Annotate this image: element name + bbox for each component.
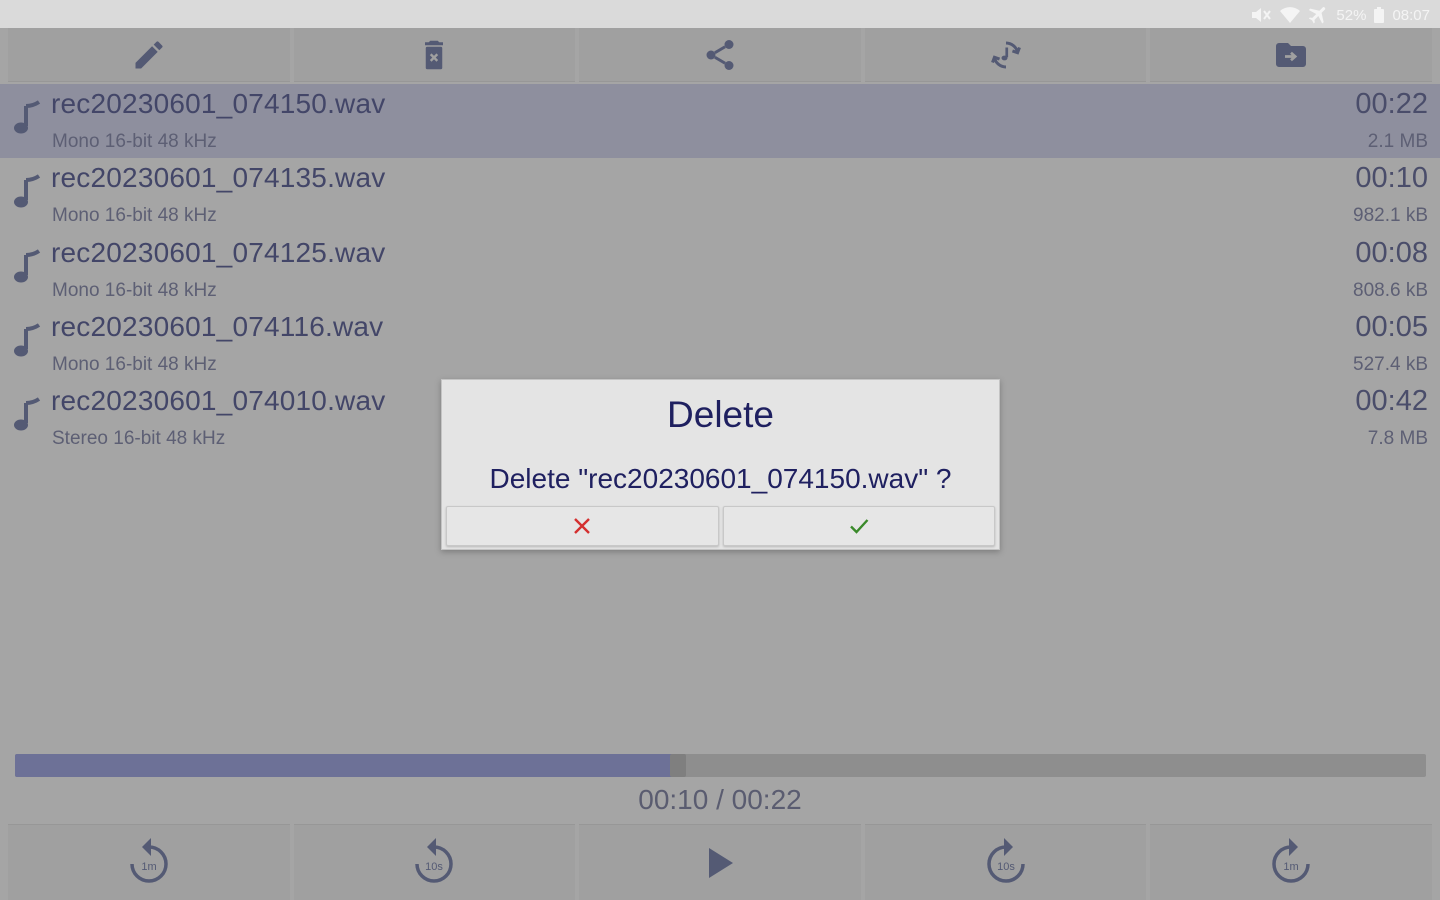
dialog-buttons xyxy=(446,506,995,546)
recording-size: 2.1 MB xyxy=(1367,131,1428,152)
rewind-10s-button[interactable]: 10s xyxy=(293,824,576,900)
recording-duration: 00:42 xyxy=(1355,385,1428,418)
music-note-icon xyxy=(14,397,41,431)
playback-controls: 1m 10s 10s 1m xyxy=(8,824,1432,900)
confirm-button[interactable] xyxy=(722,506,995,546)
recording-format: Mono 16-bit 48 kHz xyxy=(52,279,217,301)
pencil-icon xyxy=(135,40,163,68)
status-bar: 52% 08:07 xyxy=(0,0,1440,28)
rewind-1m-icon: 1m xyxy=(130,837,168,883)
rewind-1m-label: 1m xyxy=(141,861,156,873)
forward-10s-label: 10s xyxy=(997,861,1015,873)
recording-duration: 00:08 xyxy=(1355,236,1428,269)
music-note-icon xyxy=(14,323,41,357)
forward-10s-button[interactable]: 10s xyxy=(864,824,1147,900)
recording-name: rec20230601_074125.wav xyxy=(51,236,386,268)
trash-icon xyxy=(425,40,444,69)
recording-row[interactable]: rec20230601_074135.wav Mono 16-bit 48 kHz… xyxy=(0,158,1440,232)
recording-size: 808.6 kB xyxy=(1353,279,1428,301)
music-note-icon xyxy=(14,100,41,134)
battery-percent: 52% xyxy=(1336,6,1367,24)
seek-bar[interactable] xyxy=(15,754,1426,777)
convert-icon xyxy=(990,41,1021,68)
recording-duration: 00:10 xyxy=(1355,162,1428,195)
time-label: 00:10 / 00:22 xyxy=(638,784,802,815)
mute-icon xyxy=(1252,8,1272,22)
recording-row[interactable]: rec20230601_074125.wav Mono 16-bit 48 kHz… xyxy=(0,233,1440,307)
delete-dialog: Delete Delete "rec20230601_074150.wav" ? xyxy=(441,379,1000,550)
recording-duration: 00:22 xyxy=(1355,88,1428,120)
convert-button[interactable] xyxy=(864,28,1147,82)
status-icons: 52% 08:07 xyxy=(1250,5,1430,25)
forward-1m-button[interactable]: 1m xyxy=(1150,824,1432,900)
dialog-title: Delete xyxy=(667,394,774,435)
move-button[interactable] xyxy=(1150,28,1432,82)
airplane-icon xyxy=(1309,7,1326,24)
recording-size: 982.1 kB xyxy=(1353,205,1428,227)
recording-name: rec20230601_074116.wav xyxy=(51,310,384,342)
rewind-1m-button[interactable]: 1m xyxy=(8,824,290,900)
recording-row[interactable]: rec20230601_074116.wav Mono 16-bit 48 kHz… xyxy=(0,307,1440,381)
share-icon xyxy=(706,39,734,70)
dialog-message: Delete "rec20230601_074150.wav" ? xyxy=(489,463,952,494)
rewind-10s-icon: 10s xyxy=(415,837,454,883)
rewind-10s-label: 10s xyxy=(426,861,444,873)
recording-row[interactable]: rec20230601_074150.wav Mono 16-bit 48 kHz… xyxy=(0,84,1440,159)
battery-icon xyxy=(1374,7,1385,23)
close-icon xyxy=(574,518,591,534)
music-note-icon xyxy=(14,174,41,208)
cancel-button[interactable] xyxy=(446,506,719,546)
recording-format: Stereo 16-bit 48 kHz xyxy=(52,428,226,450)
recording-format: Mono 16-bit 48 kHz xyxy=(52,131,217,152)
seek-thumb[interactable] xyxy=(670,754,687,777)
folder-move-icon xyxy=(1276,42,1307,67)
toolbar xyxy=(8,28,1432,82)
delete-button[interactable] xyxy=(293,28,576,82)
clock: 08:07 xyxy=(1392,6,1430,24)
check-icon xyxy=(849,519,869,534)
forward-1m-label: 1m xyxy=(1284,861,1299,873)
recording-format: Mono 16-bit 48 kHz xyxy=(52,353,217,375)
wifi-icon xyxy=(1280,7,1301,23)
play-button[interactable] xyxy=(579,824,861,900)
share-button[interactable] xyxy=(579,28,861,82)
recording-name: rec20230601_074010.wav xyxy=(51,385,386,417)
music-note-icon xyxy=(14,248,41,283)
rename-button[interactable] xyxy=(8,28,290,82)
recording-name: rec20230601_074150.wav xyxy=(51,88,386,119)
play-icon xyxy=(708,847,733,878)
forward-10s-icon: 10s xyxy=(986,837,1025,883)
recording-size: 527.4 kB xyxy=(1353,353,1428,375)
seek-progress xyxy=(15,754,679,777)
recording-name: rec20230601_074135.wav xyxy=(51,162,386,194)
forward-1m-icon: 1m xyxy=(1272,837,1310,883)
recording-format: Mono 16-bit 48 kHz xyxy=(52,205,217,227)
recording-duration: 00:05 xyxy=(1355,310,1428,343)
recording-size: 7.8 MB xyxy=(1367,428,1428,450)
